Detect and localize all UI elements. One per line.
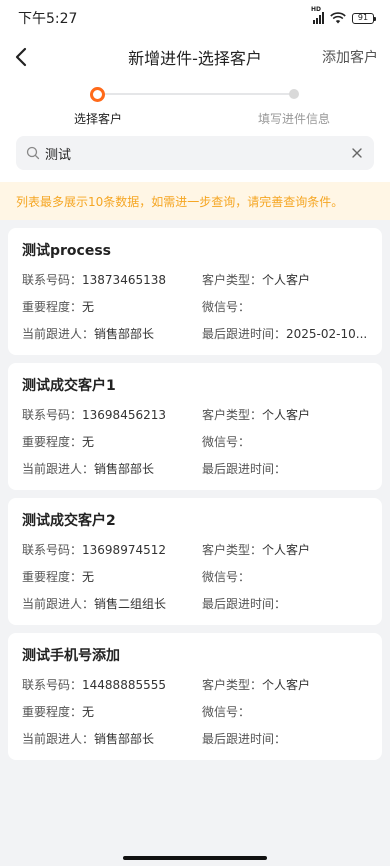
wechat-field: 微信号：	[202, 435, 251, 449]
search-area	[0, 130, 390, 182]
customer-card[interactable]: 测试process 联系号码：13873465138 客户类型：个人客户 重要程…	[8, 228, 382, 355]
step-label-select-customer: 选择客户	[73, 112, 122, 126]
search-icon	[26, 146, 40, 160]
wechat-field: 微信号：	[202, 705, 251, 719]
status-bar: 下午5:27 HD 91	[0, 0, 390, 36]
status-time: 下午5:27	[18, 11, 78, 27]
wifi-icon	[330, 12, 346, 24]
card-row: 联系号码：13698456213 客户类型：个人客户	[22, 401, 368, 428]
owner-field: 当前跟进人：销售部部长	[22, 732, 155, 746]
card-row: 当前跟进人：销售部部长 最后跟进时间：	[22, 725, 368, 752]
phone-field: 联系号码：14488885555	[22, 678, 166, 692]
importance-field: 重要程度：无	[22, 570, 95, 584]
card-row: 联系号码：14488885555 客户类型：个人客户	[22, 671, 368, 698]
phone-field: 联系号码：13873465138	[22, 273, 166, 287]
card-row: 当前跟进人：销售部部长 最后跟进时间：2025-02-10...	[22, 320, 368, 347]
card-row: 当前跟进人：销售部部长 最后跟进时间：	[22, 455, 368, 482]
battery-icon: 91	[352, 12, 376, 24]
owner-field: 当前跟进人：销售部部长	[22, 462, 155, 476]
search-bar[interactable]	[16, 136, 374, 170]
wechat-field: 微信号：	[202, 570, 251, 584]
step-inactive-dot	[289, 89, 299, 99]
importance-field: 重要程度：无	[22, 705, 95, 719]
customer-card[interactable]: 测试成交客户1 联系号码：13698456213 客户类型：个人客户 重要程度：…	[8, 363, 382, 490]
last-follow-field: 最后跟进时间：2025-02-10...	[202, 327, 368, 341]
card-row: 重要程度：无 微信号：	[22, 293, 368, 320]
wechat-field: 微信号：	[202, 300, 251, 314]
customer-name: 测试手机号添加	[22, 648, 120, 664]
header-area: 下午5:27 HD 91 新增进件-选择客户 添加客户 选择客户 填写进件信息 …	[0, 0, 390, 182]
owner-field: 当前跟进人：销售二组组长	[22, 597, 167, 611]
nav-bar: 新增进件-选择客户 添加客户	[0, 36, 390, 78]
phone-field: 联系号码：13698974512	[22, 543, 166, 557]
step-active-dot	[90, 87, 105, 102]
owner-field: 当前跟进人：销售部部长	[22, 327, 155, 341]
clear-icon[interactable]	[350, 146, 364, 160]
step-connector	[98, 93, 294, 95]
card-row: 当前跟进人：销售二组组长 最后跟进时间：	[22, 590, 368, 617]
importance-field: 重要程度：无	[22, 300, 95, 314]
last-follow-field: 最后跟进时间：	[202, 462, 287, 476]
customer-card[interactable]: 测试成交客户2 联系号码：13698974512 客户类型：个人客户 重要程度：…	[8, 498, 382, 625]
customer-name: 测试成交客户1	[22, 378, 116, 394]
back-button[interactable]	[14, 45, 38, 69]
notice-banner: 列表最多展示10条数据，如需进一步查询，请完善查询条件。	[0, 182, 390, 220]
search-input[interactable]	[45, 145, 350, 161]
customer-name: 测试成交客户2	[22, 513, 116, 529]
customer-card[interactable]: 测试手机号添加 联系号码：14488885555 客户类型：个人客户 重要程度：…	[8, 633, 382, 760]
type-field: 客户类型：个人客户	[202, 678, 311, 692]
last-follow-field: 最后跟进时间：	[202, 732, 287, 746]
chevron-left-icon	[15, 47, 27, 67]
type-field: 客户类型：个人客户	[202, 273, 311, 287]
signal-icon: HD	[311, 6, 324, 24]
home-indicator[interactable]	[123, 856, 267, 860]
status-icons: HD 91	[311, 6, 376, 24]
importance-field: 重要程度：无	[22, 435, 95, 449]
card-row: 联系号码：13873465138 客户类型：个人客户	[22, 266, 368, 293]
customer-name: 测试process	[22, 243, 112, 259]
card-row: 联系号码：13698974512 客户类型：个人客户	[22, 536, 368, 563]
step-label-fill-info: 填写进件信息	[257, 112, 330, 126]
customer-list: 测试process 联系号码：13873465138 客户类型：个人客户 重要程…	[0, 220, 390, 760]
type-field: 客户类型：个人客户	[202, 408, 311, 422]
phone-field: 联系号码：13698456213	[22, 408, 166, 422]
card-row: 重要程度：无 微信号：	[22, 428, 368, 455]
card-row: 重要程度：无 微信号：	[22, 698, 368, 725]
last-follow-field: 最后跟进时间：	[202, 597, 287, 611]
type-field: 客户类型：个人客户	[202, 543, 311, 557]
step-indicator: 选择客户 填写进件信息	[0, 78, 390, 130]
card-row: 重要程度：无 微信号：	[22, 563, 368, 590]
add-customer-button[interactable]: 添加客户	[322, 47, 378, 67]
